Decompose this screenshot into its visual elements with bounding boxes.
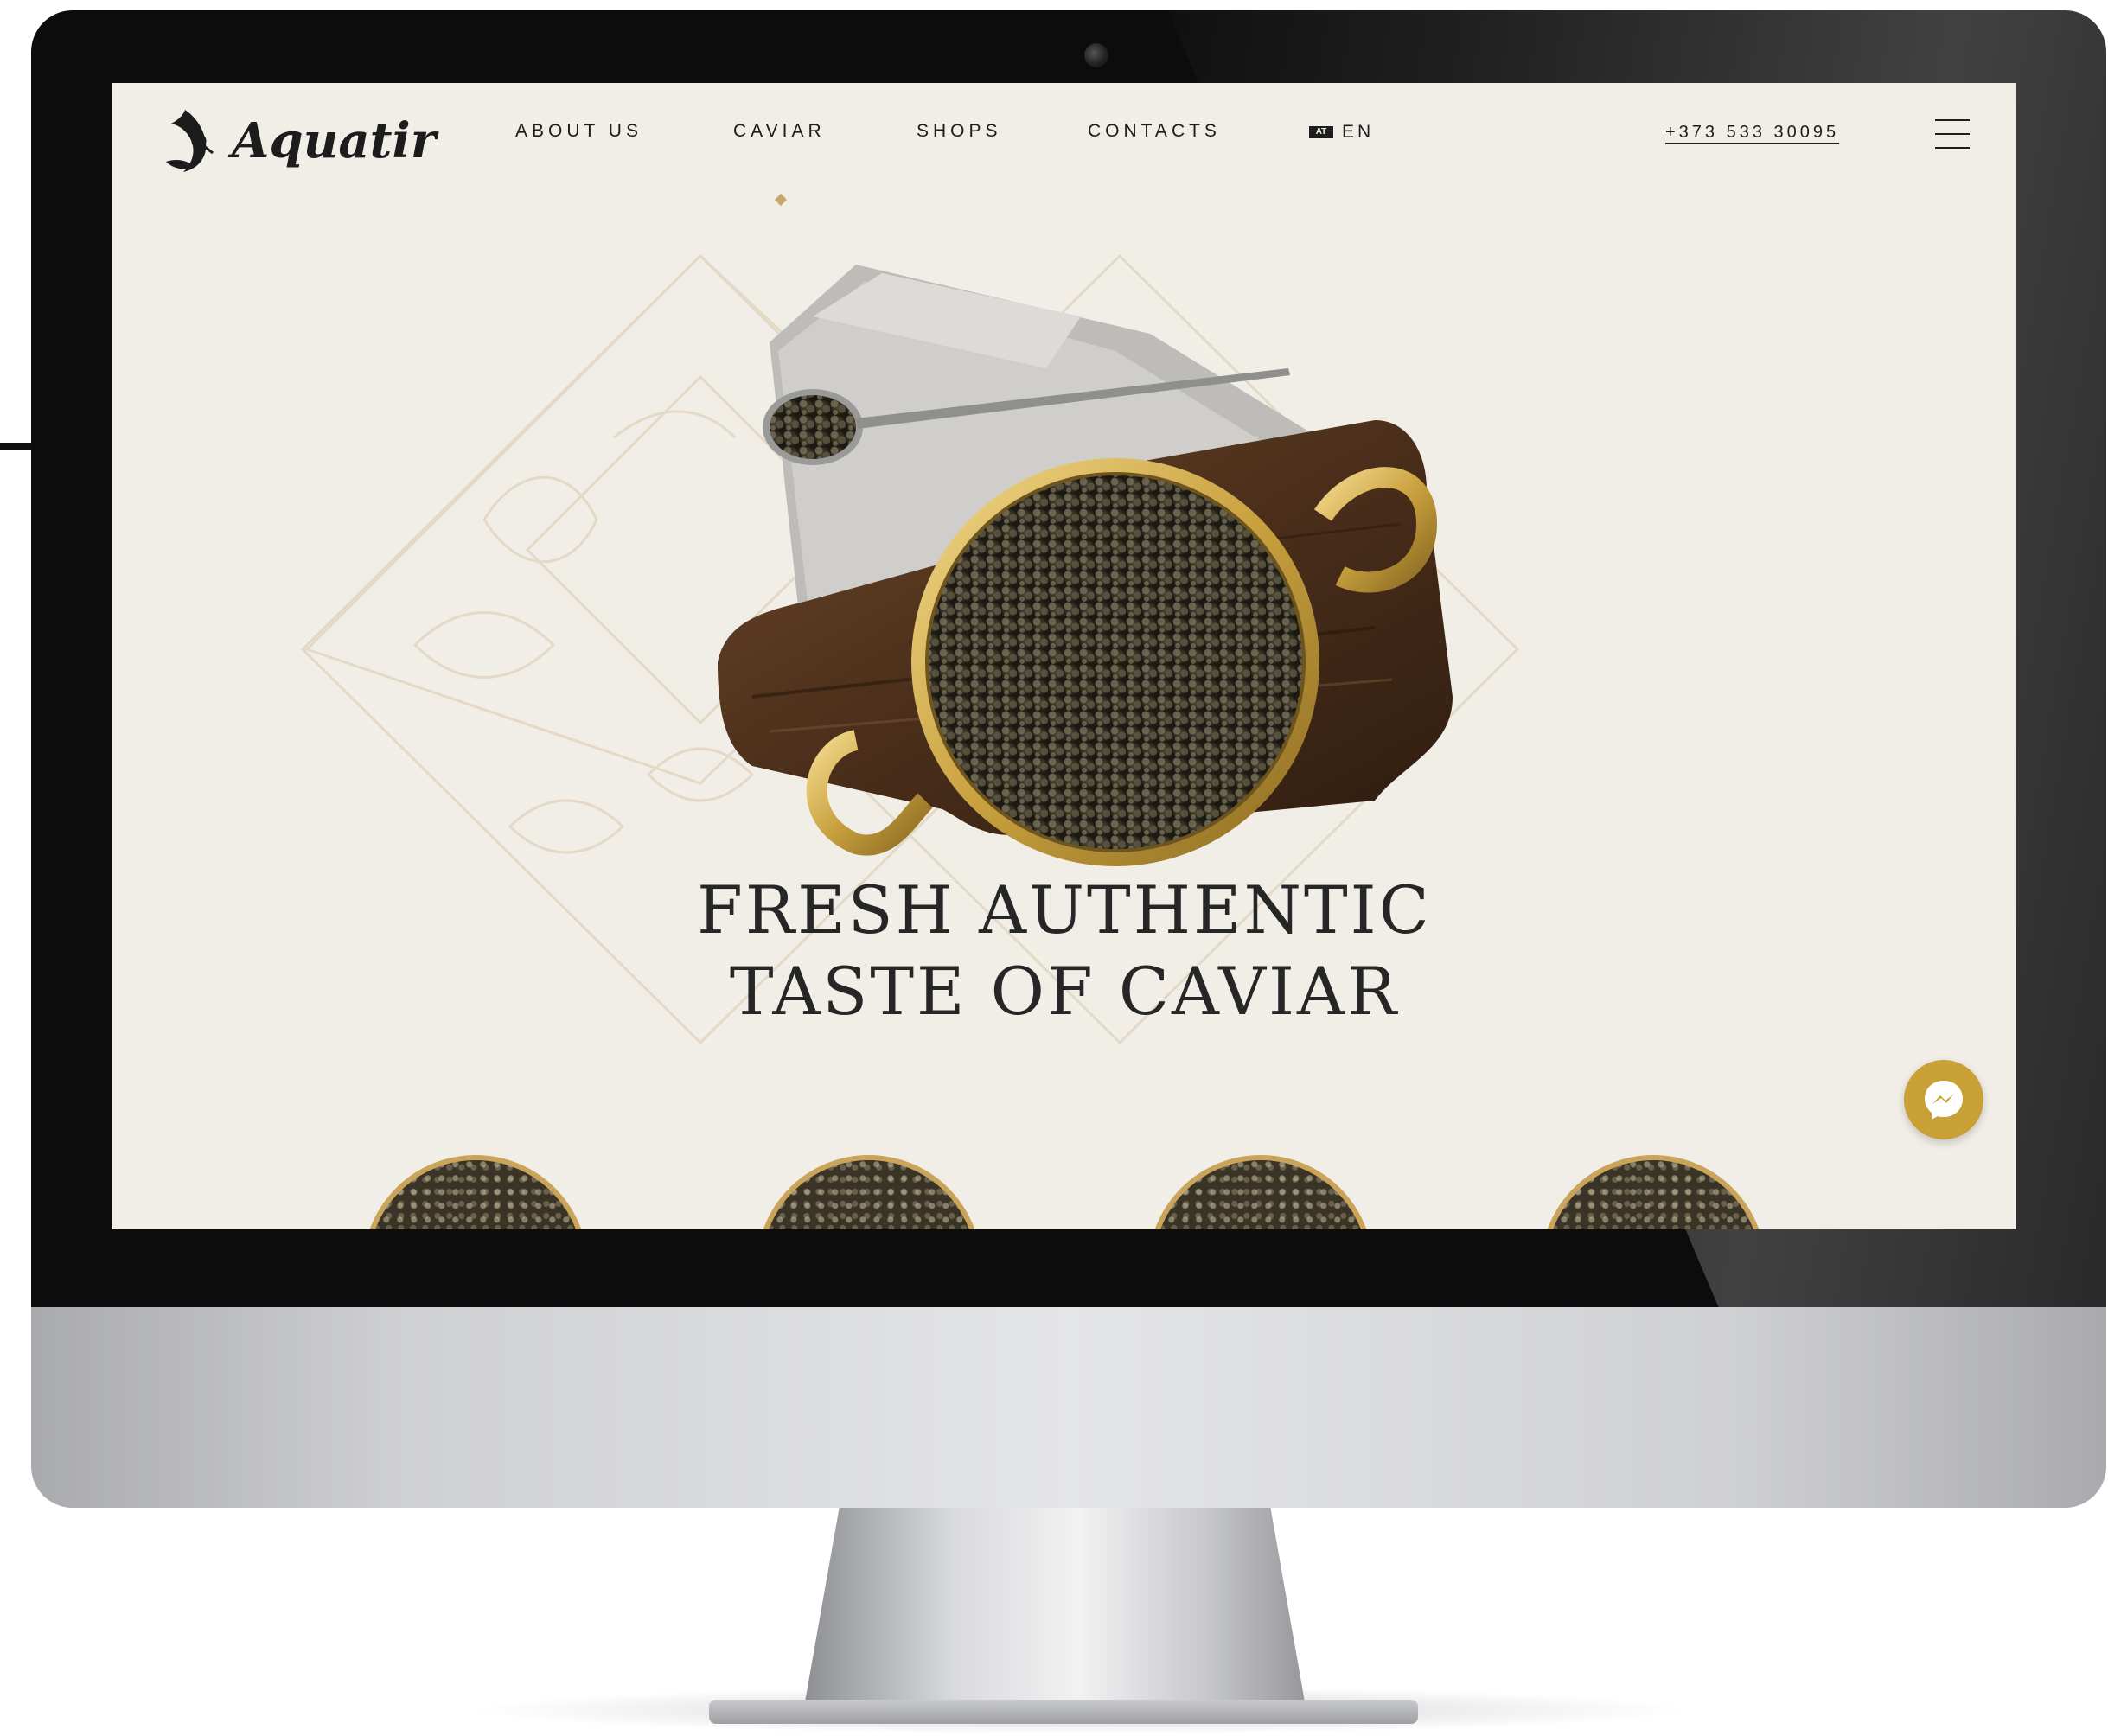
phone-link[interactable]: +373 533 30095 [1665, 123, 1839, 143]
nav-about-us[interactable]: ABOUT US [515, 121, 642, 142]
monitor-stand-base [709, 1700, 1418, 1724]
language-label: EN [1342, 122, 1375, 142]
hero-headline-line-2: TASTE OF CAVIAR [729, 953, 1400, 1030]
product-caviar-bowl[interactable] [757, 1155, 981, 1229]
monitor-chin [31, 1307, 2106, 1508]
hero-caviar-image [718, 265, 1453, 866]
messenger-chat-button[interactable] [1904, 1060, 1983, 1139]
website-screen: Aquatir ABOUT US CAVIAR SHOPS CONTACTS A… [112, 83, 2016, 1229]
monitor-stand [804, 1508, 1306, 1707]
product-caviar-bowl[interactable] [363, 1155, 588, 1229]
hamburger-menu-icon[interactable] [1935, 118, 1970, 150]
product-preview-row [112, 1155, 2016, 1229]
language-switcher[interactable]: AT EN [1309, 122, 1374, 143]
product-caviar-bowl[interactable] [1148, 1155, 1373, 1229]
site-header: Aquatir ABOUT US CAVIAR SHOPS CONTACTS A… [112, 83, 2016, 213]
brand-name: Aquatir [232, 112, 437, 169]
webcam [1084, 43, 1108, 67]
hero-headline-line-1: FRESH AUTHENTIC [697, 871, 1432, 948]
nav-shops[interactable]: SHOPS [917, 121, 1002, 142]
language-flag-icon: AT [1309, 126, 1333, 138]
active-nav-indicator [774, 193, 788, 207]
sturgeon-fish-icon [166, 110, 214, 172]
brand-logo[interactable]: Aquatir [161, 102, 436, 180]
product-caviar-bowl[interactable] [1541, 1155, 1766, 1229]
nav-contacts[interactable]: CONTACTS [1088, 121, 1221, 142]
nav-caviar[interactable]: CAVIAR [733, 121, 826, 142]
messenger-icon [1925, 1081, 1963, 1120]
hero-headline: FRESH AUTHENTIC TASTE OF CAVIAR [112, 870, 2016, 1032]
